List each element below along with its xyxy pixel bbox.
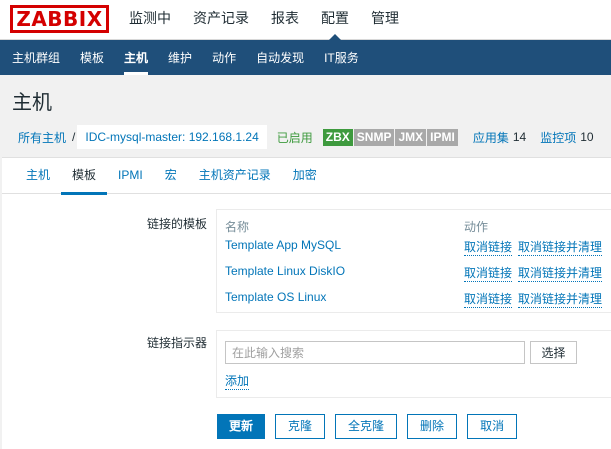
subnav-actions[interactable]: 动作 [202,40,246,75]
top-header: ZABBIX 监测中 资产记录 报表 配置 管理 [0,0,611,41]
nav-reports[interactable]: 报表 [260,0,310,40]
tag-ipmi: IPMI [427,128,458,146]
template-link[interactable]: Template App MySQL [225,238,341,252]
subnav-templates[interactable]: 模板 [70,40,114,75]
subnav-maintenance[interactable]: 维护 [158,40,202,75]
subnav-host-groups[interactable]: 主机群组 [2,40,70,75]
tab-encryption[interactable]: 加密 [282,158,328,194]
form-actions: 更新 克隆 全克隆 删除 取消 [217,414,527,439]
tab-inventory[interactable]: 主机资产记录 [188,158,282,194]
unlink-button[interactable]: 取消链接 [464,264,513,282]
host-form-card: 主机 模板 IPMI 宏 主机资产记录 加密 链接的模板 名称 动作 Templ… [2,157,611,449]
subnav-discovery[interactable]: 自动发现 [246,40,314,75]
subnav-hosts[interactable]: 主机 [114,40,158,75]
update-button[interactable]: 更新 [217,414,266,439]
clone-button[interactable]: 克隆 [275,414,326,439]
subnav-it-services[interactable]: IT服务 [314,40,369,75]
template-link[interactable]: Template OS Linux [225,290,326,304]
select-button[interactable]: 选择 [530,341,577,364]
unlink-button[interactable]: 取消链接 [464,290,513,308]
nav-inventory[interactable]: 资产记录 [182,0,260,40]
nav-administration[interactable]: 管理 [360,0,410,40]
tab-templates[interactable]: 模板 [61,158,108,195]
tab-macros[interactable]: 宏 [154,158,188,194]
sub-nav: 主机群组 模板 主机 维护 动作 自动发现 IT服务 [0,40,611,75]
zabbix-logo[interactable]: ZABBIX [10,5,109,33]
status-enabled[interactable]: 已启用 [277,129,313,146]
linked-templates-table: 名称 动作 Template App MySQL 取消链接 取消链接并清理 Te… [216,209,611,313]
items-count: 10 [580,130,594,144]
link-indicator-box: 选择 添加 [216,330,611,398]
nav-configuration[interactable]: 配置 [310,0,360,41]
table-row: Template App MySQL 取消链接 取消链接并清理 [217,238,611,264]
page-title: 主机 [12,92,52,114]
column-header-action: 动作 [464,220,489,234]
availability-tags: ZBX SNMP JMX IPMI [322,128,459,146]
link-indicator-label: 链接指示器 [146,336,207,350]
delete-button[interactable]: 删除 [407,414,458,439]
tab-host[interactable]: 主机 [15,158,61,194]
tag-zbx: ZBX [322,128,353,146]
nav-monitoring[interactable]: 监测中 [118,0,182,40]
breadcrumb-all-hosts[interactable]: 所有主机 [10,129,72,146]
full-clone-button[interactable]: 全克隆 [335,414,398,439]
column-header-name: 名称 [225,220,250,234]
applications-count: 14 [512,130,527,144]
template-search-input[interactable] [225,341,525,364]
linked-templates-label: 链接的模板 [146,217,207,231]
cancel-button[interactable]: 取消 [467,414,518,439]
tag-jmx: JMX [395,128,427,146]
unlink-clear-button[interactable]: 取消链接并清理 [518,238,603,256]
main-nav: 监测中 资产记录 报表 配置 管理 [118,0,410,41]
unlink-clear-button[interactable]: 取消链接并清理 [518,290,603,308]
unlink-clear-button[interactable]: 取消链接并清理 [518,264,603,282]
host-tabs: 主机 模板 IPMI 宏 主机资产记录 加密 [2,158,611,195]
add-link[interactable]: 添加 [225,372,250,390]
template-link[interactable]: Template Linux DiskIO [225,264,345,278]
breadcrumb: 所有主机 / IDC-mysql-master: 192.168.1.24 已启… [10,124,594,150]
tab-ipmi[interactable]: IPMI [107,158,154,194]
items-link[interactable]: 监控项 [540,129,576,146]
breadcrumb-host[interactable]: IDC-mysql-master: 192.168.1.24 [77,125,267,149]
tag-snmp: SNMP [353,128,395,146]
table-row: Template Linux DiskIO 取消链接 取消链接并清理 [217,264,611,290]
unlink-button[interactable]: 取消链接 [464,238,513,256]
table-row: Template OS Linux 取消链接 取消链接并清理 [217,290,611,316]
applications-link[interactable]: 应用集 [473,129,509,146]
